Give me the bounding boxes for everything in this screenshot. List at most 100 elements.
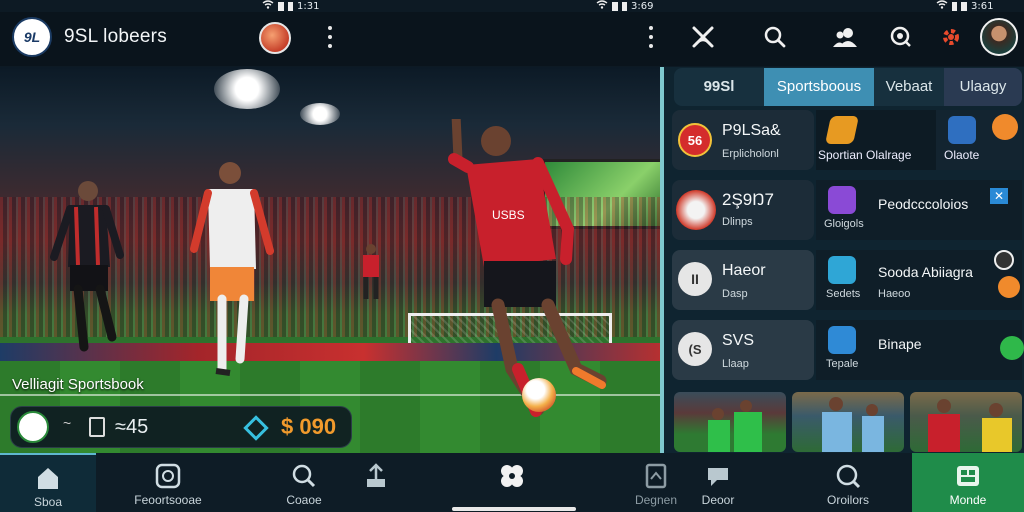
list-item-subtitle: Dasp — [722, 288, 748, 300]
wifi-icon — [262, 0, 274, 12]
boot-icon — [828, 256, 856, 284]
signal-icon — [952, 1, 957, 11]
gamepad-icon — [828, 326, 856, 354]
home-indicator[interactable] — [452, 507, 576, 511]
close-icon[interactable]: ✕ — [990, 188, 1008, 204]
nav-sportsbook[interactable]: Feoortsooae — [120, 453, 216, 512]
crossed-tools-icon[interactable] — [688, 22, 718, 52]
home-icon — [34, 465, 62, 491]
ball-icon — [992, 114, 1018, 140]
odds-value: ≈45 — [115, 416, 149, 438]
users-icon[interactable] — [830, 22, 860, 52]
nav-oroilors[interactable]: Oroilors — [800, 453, 896, 512]
chat-icon — [704, 463, 732, 489]
thumbnail-card[interactable] — [910, 392, 1022, 452]
mid-sub: Tepale — [826, 358, 859, 370]
panel-divider[interactable] — [660, 67, 664, 453]
app-logo[interactable]: 9L — [12, 17, 52, 57]
hero-caption: Velliagit Sportsbook — [12, 376, 144, 393]
hero-banner[interactable]: USBS — [0, 67, 662, 453]
list-item-subtitle: Llaap — [722, 358, 749, 370]
status-bar-right: 3:61 — [936, 0, 993, 12]
nav-home[interactable]: Sboa — [0, 453, 96, 512]
wifi-icon — [936, 0, 948, 12]
list-item-main: (S SVS Llaap — [672, 320, 814, 380]
list-item-title: P9LSa& — [722, 122, 781, 139]
signal-icon — [622, 1, 627, 11]
badge-icon: II — [678, 262, 712, 296]
stadium-light — [300, 103, 340, 125]
grid-icon — [954, 463, 982, 489]
bet-bar[interactable]: ~ ≈45 $ 090 — [10, 406, 352, 448]
thumbnail-card[interactable] — [674, 392, 786, 452]
nav-deoor[interactable]: Deoor — [670, 453, 766, 512]
search-icon[interactable] — [760, 22, 790, 52]
status-bar-middle: 3:69 — [596, 0, 653, 12]
player-white — [190, 162, 274, 376]
diamond-icon — [243, 415, 269, 441]
more-menu-icon[interactable] — [327, 26, 333, 48]
nav-upload[interactable] — [350, 453, 402, 512]
list-item-mid: Sedets Sooda Abiiagra Haeoo — [816, 250, 1022, 310]
ball-badge-icon — [676, 190, 716, 230]
list-item-subtitle: Erplicholonl — [722, 148, 779, 160]
app-title: 9SL lobeers — [64, 26, 167, 47]
list-item-main: 56 P9LSa& Erplicholonl — [672, 110, 814, 170]
mid-sub: Gloigols — [824, 218, 864, 230]
mid-title: Peodcccoloios — [878, 196, 969, 212]
nav-label: Oroilors — [826, 493, 869, 507]
ball-icon — [994, 250, 1014, 270]
jersey-text: USBS — [492, 208, 525, 222]
nav-label: Sboa — [33, 495, 63, 509]
scan-icon[interactable] — [886, 22, 916, 52]
search-icon — [290, 463, 318, 489]
stadium-light — [214, 69, 280, 109]
list-item[interactable]: 2Ş9Ŋ7 Dlinps Gloigols Peodcccoloios ✕ — [672, 180, 1022, 240]
tab-vebaat[interactable]: Vebaat — [874, 68, 944, 106]
list-item[interactable]: (S SVS Llaap Tepale Binape — [672, 320, 1024, 380]
tab-sportsbook[interactable]: Sportsboous — [764, 68, 874, 106]
battery-icon — [612, 1, 618, 11]
sportsbook-icon — [154, 463, 182, 489]
more-options-icon[interactable] — [648, 26, 654, 48]
player-background-red — [363, 244, 379, 299]
list-item-main: II Haeor Dasp — [672, 250, 814, 310]
nav-monde[interactable]: Monde — [912, 453, 1024, 512]
nav-search[interactable]: Coaoe — [256, 453, 352, 512]
toggle-icon[interactable] — [1000, 336, 1024, 360]
status-time: 3:69 — [631, 0, 654, 12]
list-item-mid: Tepale Binape — [816, 320, 1022, 380]
football — [522, 378, 556, 412]
list-item[interactable]: 56 P9LSa& Erplicholonl Sportian Olalrage… — [672, 110, 1022, 170]
list-item[interactable]: II Haeor Dasp Sedets Sooda Abiiagra Haeo… — [672, 250, 1022, 310]
team-badge-icon[interactable] — [259, 22, 291, 54]
search-icon — [834, 463, 862, 489]
list-item-title: Haeor — [722, 262, 766, 279]
mid-sub: Sedets — [826, 288, 861, 300]
nav-label: Feoortsooae — [134, 493, 202, 507]
mid-title: Sooda Abiiagra — [878, 264, 973, 280]
match-thumbnails — [674, 392, 1022, 452]
list-item-title: 2Ş9Ŋ7 — [722, 190, 774, 209]
ball-icon — [17, 411, 49, 443]
nav-label: Monde — [949, 493, 987, 507]
list-item-right: Olaote — [936, 110, 1022, 170]
whistle-icon[interactable] — [998, 276, 1020, 298]
list-item-mid: Sportian Olalrage — [816, 110, 936, 170]
category-tabs: 99Sl Sportsboous Vebaat Ulaagy — [674, 68, 1022, 106]
nav-label: Coaoe — [286, 493, 322, 507]
list-item-main: 2Ş9Ŋ7 Dlinps — [672, 180, 814, 240]
settings-gear-icon[interactable] — [936, 22, 966, 52]
mid-title: Binape — [878, 336, 922, 352]
nav-center[interactable] — [486, 453, 538, 512]
tab-ulaagy[interactable]: Ulaagy — [944, 68, 1022, 106]
bet-amount[interactable]: $ 090 — [281, 414, 336, 440]
avatar[interactable] — [980, 18, 1018, 56]
status-bar-left: 1:31 — [262, 0, 319, 12]
thumbnail-card[interactable] — [792, 392, 904, 452]
trophy-icon — [825, 116, 859, 144]
tab-99sl[interactable]: 99Sl — [674, 68, 764, 106]
clover-icon — [498, 463, 526, 489]
player-left-dark — [50, 181, 124, 352]
status-time: 3:61 — [971, 0, 994, 12]
